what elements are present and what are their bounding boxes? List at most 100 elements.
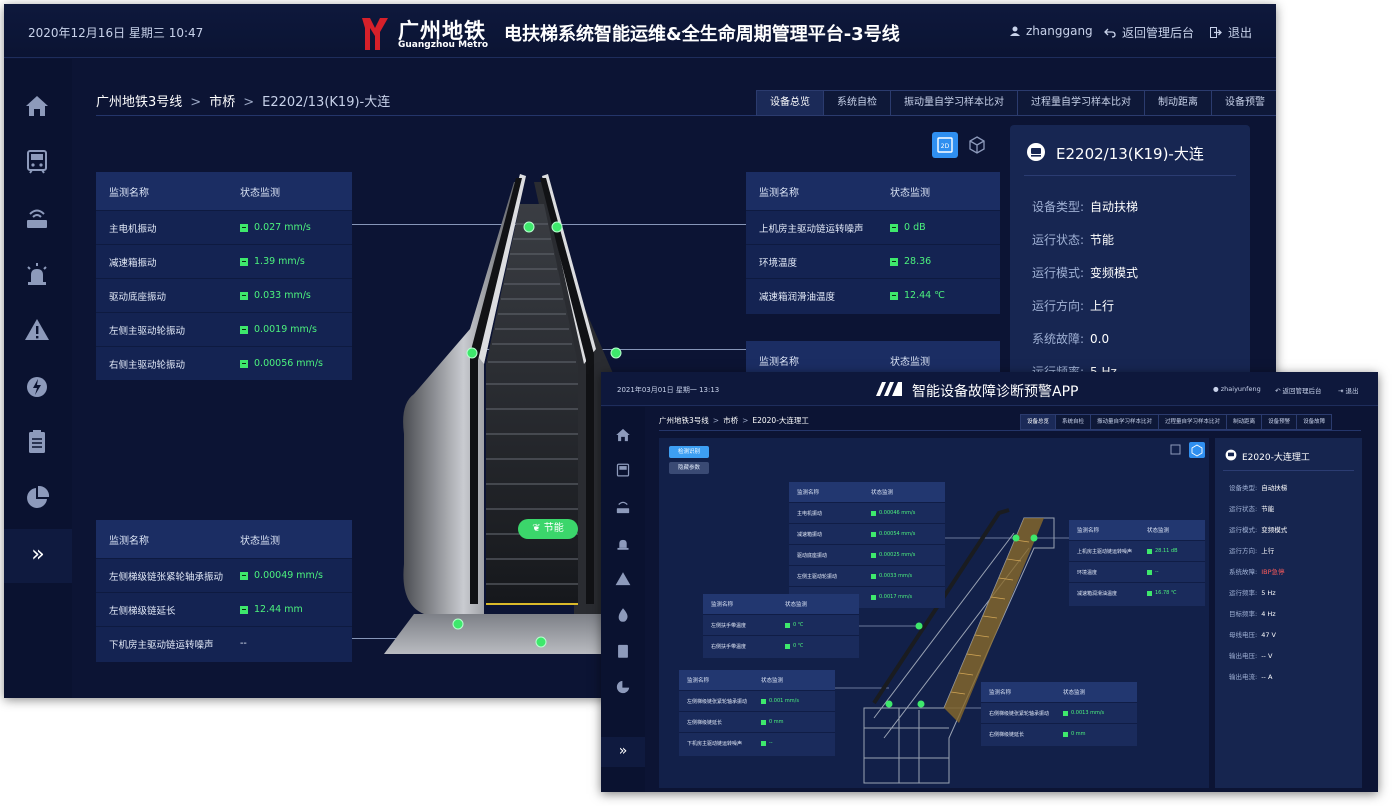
alarm-icon[interactable] <box>615 535 631 551</box>
user-menu[interactable]: zhanggang <box>1010 24 1093 38</box>
sensor-value: 0.0033 mm/s <box>879 573 913 579</box>
home-icon[interactable] <box>24 93 50 119</box>
tab-warning[interactable]: 设备预警 <box>1262 415 1298 429</box>
sensor-name: 左侧梯级链延长 <box>109 605 176 617</box>
breadcrumb-current: E2202/13(K19)-大连 <box>262 95 391 110</box>
col-name-header: 监测名称 <box>109 535 149 547</box>
field-label: 目标频率: <box>1229 610 1258 618</box>
sensor-name: 左侧梯级链张紧轮轴承振动 <box>687 698 748 705</box>
warning-icon[interactable] <box>24 317 50 343</box>
home-icon[interactable] <box>615 427 631 443</box>
breadcrumb-item[interactable]: 市桥 <box>209 95 235 110</box>
app-user-menu[interactable]: ● zhaiyunfeng <box>1213 385 1261 393</box>
device-field: 运行模式: 变频模式 <box>1032 264 1138 281</box>
table-row: 下机房主驱动链运转噪声 -- <box>96 626 352 660</box>
app-back-to-admin-button[interactable]: ↶ 返回管理后台 <box>1275 385 1322 395</box>
tab-self-check[interactable]: 系统自检 <box>1056 415 1092 429</box>
train-icon[interactable] <box>615 463 631 479</box>
pie-chart-icon[interactable] <box>24 485 50 511</box>
sensor-name: 下机房主驱动链运转噪声 <box>687 740 743 747</box>
table-row: 右侧主驱动轮振动 0.00056 mm/s <box>96 346 352 380</box>
top-bar: 2020年12月16日 星期三 10:47 广州地铁 Guangzhou Met… <box>4 4 1276 58</box>
app-3d-stage: 检测识别 隐藏参数 监测名称 状态监测 主电机振动 0.00046 mm/s 减… <box>659 438 1209 788</box>
alarm-icon[interactable] <box>24 261 50 287</box>
app-logout-button[interactable]: ⇥ 退出 <box>1338 385 1359 395</box>
tab-self-check[interactable]: 系统自检 <box>824 91 891 115</box>
sensor-value: 0.0019 mm/s <box>254 324 317 335</box>
sensor-name: 减速箱润滑油温度 <box>1077 590 1118 597</box>
table-row: 左侧梯级链张紧轮轴承振动 0.00049 mm/s <box>96 558 352 592</box>
divider <box>659 430 1361 431</box>
tab-process-compare[interactable]: 过程量自学习样本比对 <box>1018 91 1145 115</box>
sensor-name: 驱动底座振动 <box>797 552 828 559</box>
view-3d-button[interactable] <box>966 134 988 156</box>
sensor-name: 主电机振动 <box>797 510 823 517</box>
tab-warning[interactable]: 设备预警 <box>1212 91 1276 115</box>
breadcrumb-item[interactable]: 广州地铁3号线 <box>659 416 709 425</box>
table-row: 环境温度 28.36 <box>746 244 1000 278</box>
tab-overview[interactable]: 设备总览 <box>1021 415 1057 429</box>
field-value: 节能 <box>1090 233 1115 247</box>
tab-vibration-compare[interactable]: 振动量自学习样本比对 <box>1091 415 1160 429</box>
monitor-table-environment: 监测名称 状态监测 上机房主驱动链运转噪声 0 dB 环境温度 28.36 减速箱润… <box>746 172 1000 314</box>
field-value: 5 Hz <box>1261 589 1276 597</box>
sensor-value: 0.033 mm/s <box>254 290 311 301</box>
field-label: 系统故障: <box>1229 568 1258 576</box>
breadcrumb-current: E2020-大连理工 <box>752 416 809 425</box>
field-label: 运行模式: <box>1229 526 1258 534</box>
sensor-value: 0 dB <box>904 222 926 233</box>
sensor-name: 上机房主驱动链运转噪声 <box>759 223 864 235</box>
train-icon[interactable] <box>24 149 50 175</box>
tab-process-compare[interactable]: 过程量自学习样本比对 <box>1159 415 1228 429</box>
sensor-value: 0.00046 mm/s <box>879 510 916 516</box>
sensor-name: 环境温度 <box>759 257 798 269</box>
breadcrumb-item[interactable]: 广州地铁3号线 <box>96 95 182 110</box>
sensor-value: 0.001 mm/s <box>769 698 799 704</box>
status-ok-icon <box>240 571 248 580</box>
device-field: 系统故障: 0.0 <box>1032 330 1109 347</box>
sensor-name: 左侧梯级链张紧轮轴承振动 <box>109 571 224 583</box>
table-row: 右侧梯级链延长 0 mm <box>981 723 1137 744</box>
tab-vibration-compare[interactable]: 振动量自学习样本比对 <box>891 91 1018 115</box>
sensor-value: 0.00054 mm/s <box>879 531 916 537</box>
status-ok-icon <box>1147 569 1152 575</box>
field-label: 运行状态: <box>1229 505 1258 513</box>
user-icon <box>1010 26 1020 36</box>
status-ok-icon <box>240 291 248 300</box>
back-to-admin-button[interactable]: 返回管理后台 <box>1104 24 1194 41</box>
sidebar-expand-button[interactable]: » <box>601 737 645 767</box>
tab-brake-distance[interactable]: 制动距离 <box>1227 415 1263 429</box>
status-ok-icon <box>890 291 898 300</box>
field-label: 运行方向: <box>1229 547 1258 555</box>
logout-icon: ⇥ <box>1338 387 1346 395</box>
logout-button[interactable]: 退出 <box>1210 24 1252 41</box>
warning-icon[interactable] <box>615 571 631 587</box>
field-value: 自动扶梯 <box>1261 484 1288 492</box>
sensor-value: 0 ℃ <box>793 643 804 649</box>
field-value: 自动扶梯 <box>1090 200 1139 214</box>
app-breadcrumb: 广州地铁3号线 > 市桥 > E2020-大连理工 <box>659 415 809 426</box>
fire-icon[interactable] <box>24 373 50 399</box>
router-icon[interactable] <box>615 499 631 515</box>
pie-chart-icon[interactable] <box>615 679 631 695</box>
view-2d-button[interactable]: 2D <box>932 132 958 158</box>
device-field: 系统故障: IBP急停 <box>1229 566 1285 576</box>
device-field: 输出电流: -- A <box>1229 671 1272 681</box>
tab-overview[interactable]: 设备总览 <box>757 91 824 115</box>
tab-brake-distance[interactable]: 制动距离 <box>1145 91 1212 115</box>
sensor-value: 0 mm <box>769 719 784 725</box>
fire-icon[interactable] <box>615 607 631 623</box>
sidebar-expand-button[interactable]: » <box>4 529 72 583</box>
breadcrumb-item[interactable]: 市桥 <box>723 416 738 425</box>
clipboard-icon[interactable] <box>24 429 50 455</box>
username: zhanggang <box>1026 24 1093 38</box>
app-top-bar: 2021年03月01日 星期一 13:13 智能设备故障诊断预警APP ● zh… <box>601 372 1378 406</box>
tab-fault[interactable]: 设备故障 <box>1297 415 1332 429</box>
field-value: 变频模式 <box>1261 526 1288 534</box>
device-field: 运行方向: 上行 <box>1032 297 1114 314</box>
field-label: 输出电压: <box>1229 652 1258 660</box>
table-row: 下机房主驱动链运转噪声 -- <box>679 732 835 753</box>
router-icon[interactable] <box>24 205 50 231</box>
clipboard-icon[interactable] <box>615 643 631 659</box>
tab-bar: 设备总览 系统自检 振动量自学习样本比对 过程量自学习样本比对 制动距离 设备预… <box>756 90 1276 116</box>
